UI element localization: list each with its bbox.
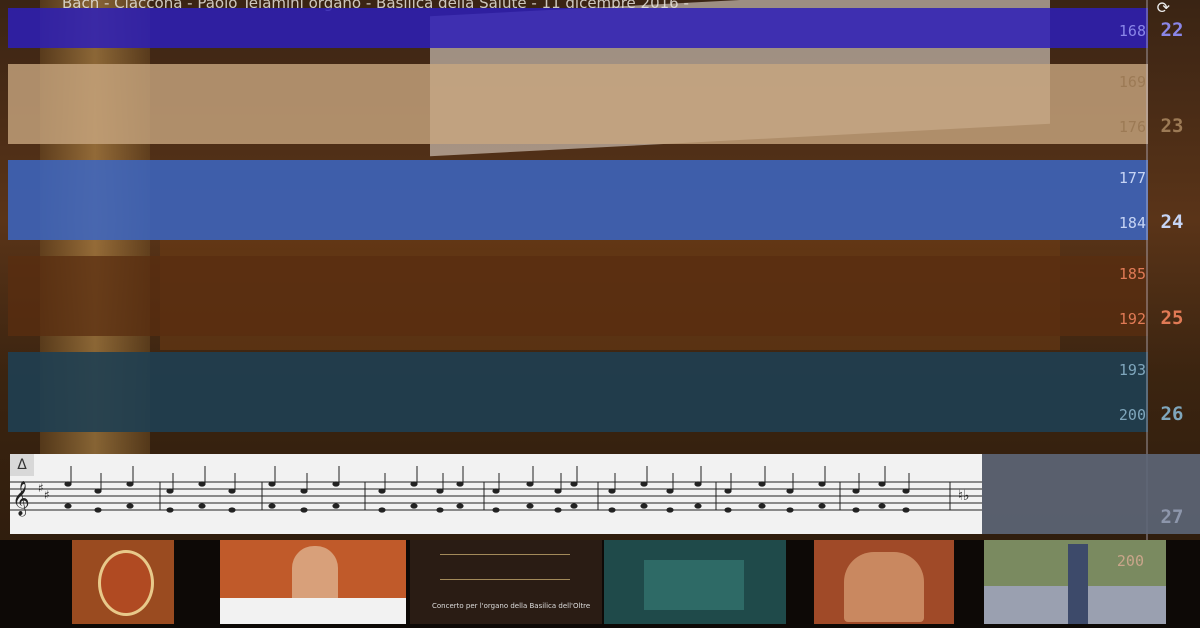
note-head: [64, 503, 72, 509]
speaker-figure: [292, 546, 338, 604]
thumb-painting[interactable]: [814, 540, 954, 624]
measure-end-24: 184: [1118, 214, 1146, 232]
measure-band-25: [8, 256, 1148, 336]
note-head: [300, 507, 308, 513]
conference-table: [220, 598, 406, 624]
note-head: [228, 507, 236, 513]
measure-start-22: 168: [1118, 22, 1146, 40]
note-head: [554, 507, 562, 513]
bar-number-26: 26: [1160, 403, 1184, 425]
organ-console: [644, 560, 744, 610]
note-head: [724, 507, 732, 513]
bar-number-22: 22: [1160, 19, 1184, 41]
bar-number-23: 23: [1160, 115, 1184, 137]
thumb-conference[interactable]: [220, 540, 406, 624]
score-strip[interactable]: 𝄞 ♯ ♯ ♮♭: [10, 454, 982, 534]
cycle-icon[interactable]: ⟳: [1157, 0, 1170, 17]
thumb-concert-title[interactable]: Concerto per l'organo della Basilica del…: [410, 540, 602, 624]
bar-number-24: 24: [1160, 211, 1184, 233]
note-head: [332, 503, 340, 509]
note-head: [666, 507, 674, 513]
tail-measure-label: 200: [1116, 552, 1144, 570]
measure-start-25: 185: [1118, 265, 1146, 283]
measure-band-23: [8, 64, 1148, 144]
title-lines: [440, 554, 570, 580]
note-head: [456, 503, 464, 509]
note-head: [410, 503, 418, 509]
note-head: [126, 503, 134, 509]
note-head: [570, 503, 578, 509]
bar-number-27: 27: [1160, 506, 1184, 528]
note-head: [166, 507, 174, 513]
note-head: [198, 503, 206, 509]
concert-title-text: Concerto per l'organo della Basilica del…: [432, 602, 591, 610]
bar-number-25: 25: [1160, 307, 1184, 329]
delta-icon[interactable]: Δ: [10, 454, 34, 476]
measure-band-22: [8, 8, 1148, 48]
thumb-organist[interactable]: [604, 540, 786, 624]
note-head: [640, 503, 648, 509]
measure-start-24: 177: [1118, 169, 1146, 187]
note-head: [786, 507, 794, 513]
svg-text:♯: ♯: [44, 488, 50, 502]
note-head: [758, 503, 766, 509]
person-figure: [1068, 544, 1088, 624]
painting-figures: [844, 552, 924, 622]
note-head: [268, 503, 276, 509]
note-head: [492, 507, 500, 513]
coat-of-arms-icon: [98, 550, 154, 616]
thumb-coat-of-arms[interactable]: [72, 540, 174, 624]
note-head: [818, 503, 826, 509]
measure-end-23: 176: [1118, 118, 1146, 136]
video-player[interactable]: Bach - Ciaccona - Paolo Telamini organo …: [0, 0, 1200, 628]
note-head: [694, 503, 702, 509]
svg-text:𝄞: 𝄞: [12, 481, 30, 517]
note-head: [878, 503, 886, 509]
measure-start-26: 193: [1118, 361, 1146, 379]
note-head: [378, 507, 386, 513]
related-videos-strip: Concerto per l'organo della Basilica del…: [0, 540, 1200, 628]
note-head: [608, 507, 616, 513]
measure-end-26: 200: [1118, 406, 1146, 424]
note-head: [436, 507, 444, 513]
measure-start-23: 169: [1118, 73, 1146, 91]
note-head: [526, 503, 534, 509]
measure-band-26: [8, 352, 1148, 432]
note-head: [94, 507, 102, 513]
measure-end-25: 192: [1118, 310, 1146, 328]
svg-text:♮♭: ♮♭: [958, 488, 970, 504]
measure-band-24: [8, 160, 1148, 240]
note-head: [852, 507, 860, 513]
note-head: [902, 507, 910, 513]
music-notation: 𝄞 ♯ ♯ ♮♭: [10, 466, 982, 517]
svg-text:♯: ♯: [38, 481, 44, 495]
